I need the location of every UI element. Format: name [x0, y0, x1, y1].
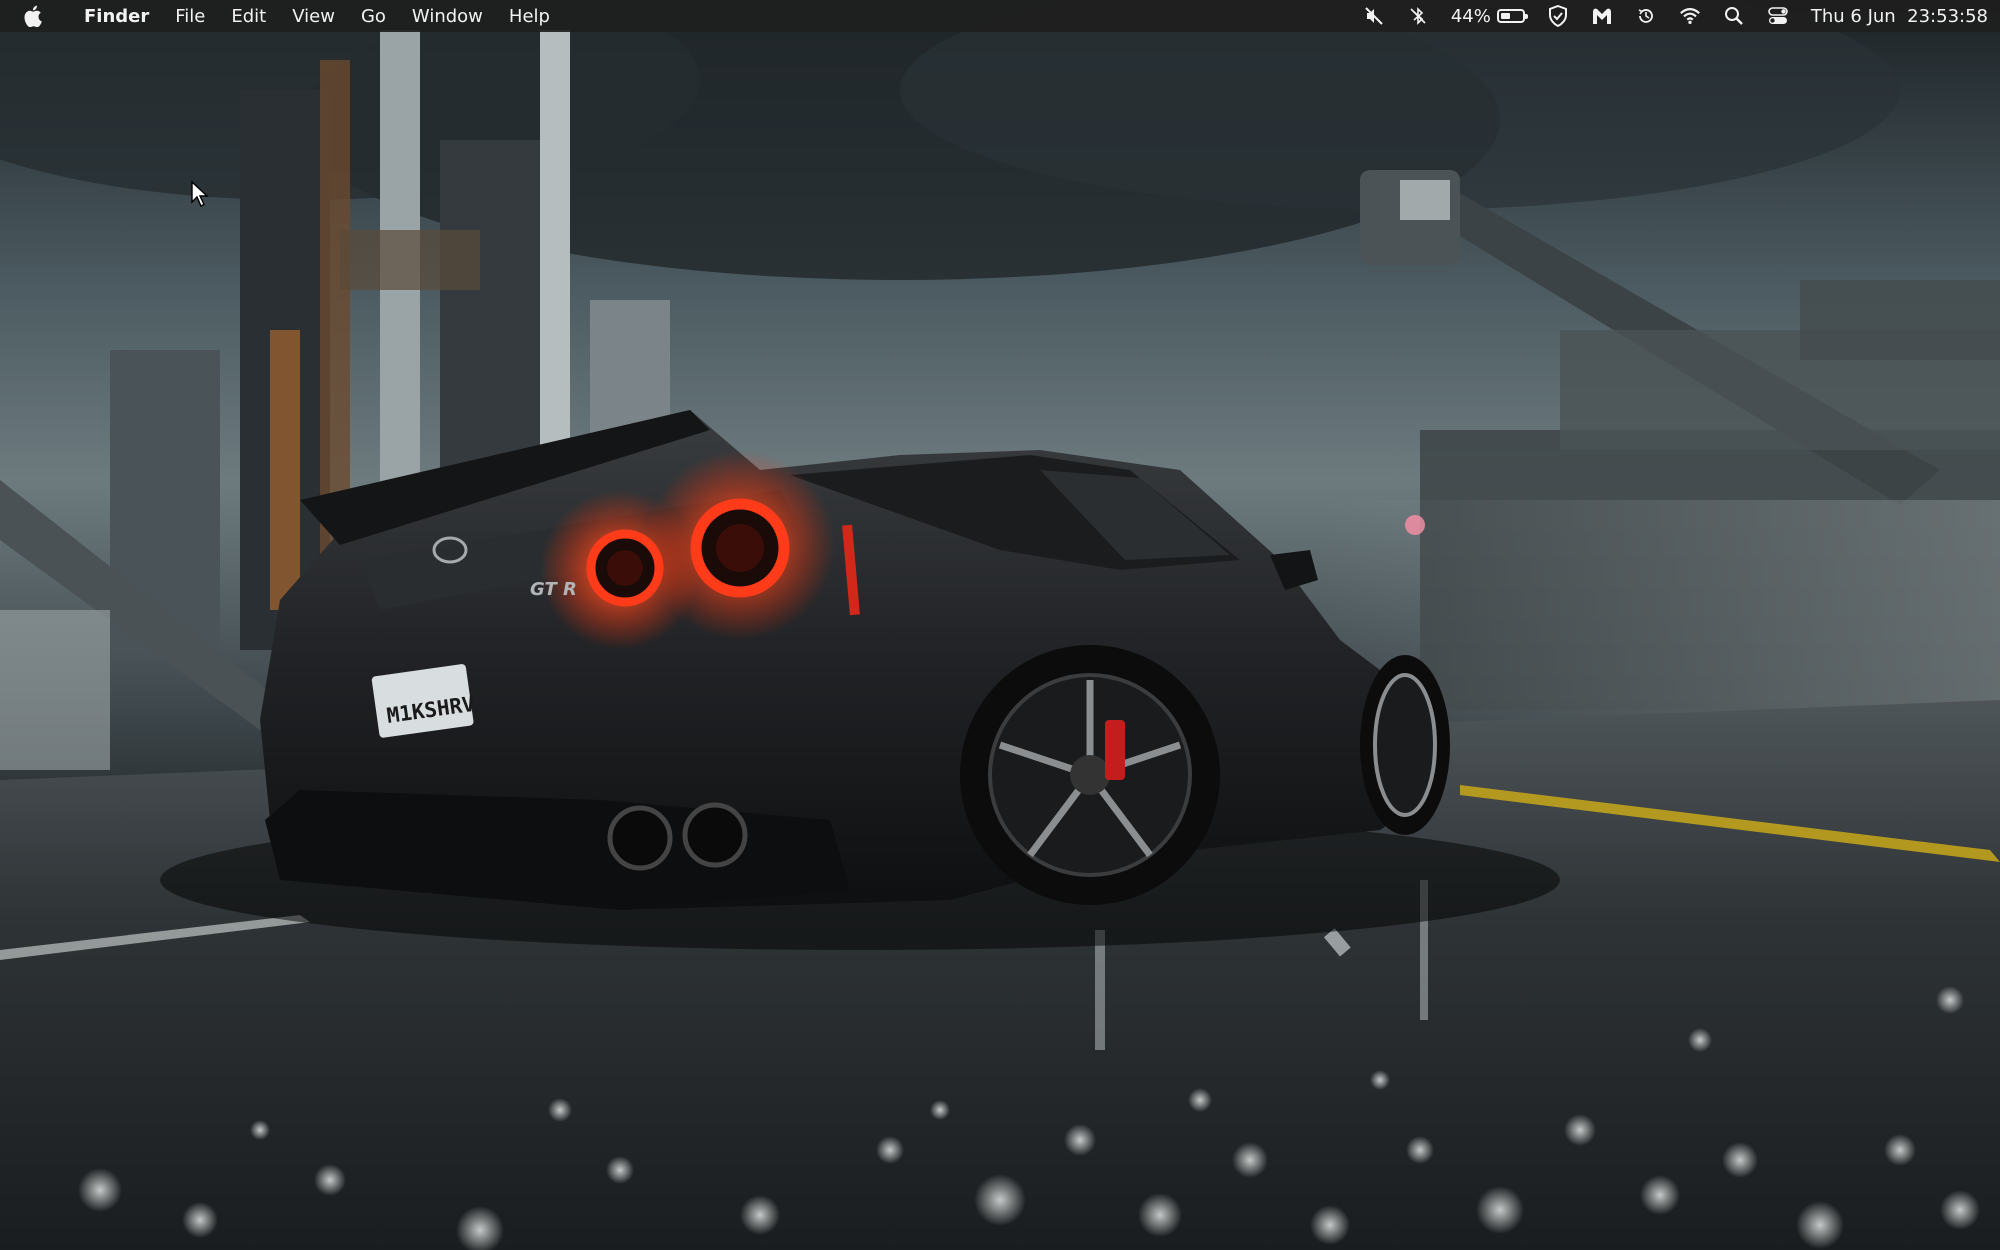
menu-bar-status: 44% Thu 6 Jun 23:53:58: [1363, 5, 1988, 27]
menu-window[interactable]: Window: [412, 6, 483, 27]
apple-logo-icon[interactable]: [22, 5, 44, 27]
desktop: M1KSHRV GT R Finder File Edit View Go Wi…: [0, 0, 2000, 1250]
desktop-wallpaper: M1KSHRV GT R: [0, 0, 2000, 1250]
battery-status[interactable]: 44%: [1450, 5, 1528, 27]
menu-bar-clock[interactable]: Thu 6 Jun 23:53:58: [1811, 6, 1988, 27]
malwarebytes-icon[interactable]: [1591, 5, 1613, 27]
menu-edit[interactable]: Edit: [231, 6, 266, 27]
wifi-icon[interactable]: [1679, 5, 1701, 27]
shield-check-icon[interactable]: [1547, 5, 1569, 27]
menu-go[interactable]: Go: [361, 6, 386, 27]
battery-icon: [1496, 9, 1528, 23]
battery-fill: [1500, 13, 1510, 19]
menu-bar: Finder File Edit View Go Window Help 44%…: [0, 0, 2000, 32]
menu-file[interactable]: File: [175, 6, 205, 27]
battery-percent: 44%: [1450, 5, 1491, 27]
menu-view[interactable]: View: [292, 6, 335, 27]
mute-speaker-icon[interactable]: [1363, 5, 1385, 27]
mouse-pointer-icon: [191, 180, 209, 207]
time-machine-icon[interactable]: [1635, 5, 1657, 27]
spotlight-search-icon[interactable]: [1723, 5, 1745, 27]
bluetooth-off-icon[interactable]: [1407, 5, 1429, 27]
car-badge-text: GT R: [530, 579, 577, 600]
menu-bar-left: Finder File Edit View Go Window Help: [22, 5, 550, 27]
menu-app-name[interactable]: Finder: [84, 6, 149, 27]
menu-help[interactable]: Help: [509, 6, 550, 27]
control-center-icon[interactable]: [1767, 5, 1789, 27]
